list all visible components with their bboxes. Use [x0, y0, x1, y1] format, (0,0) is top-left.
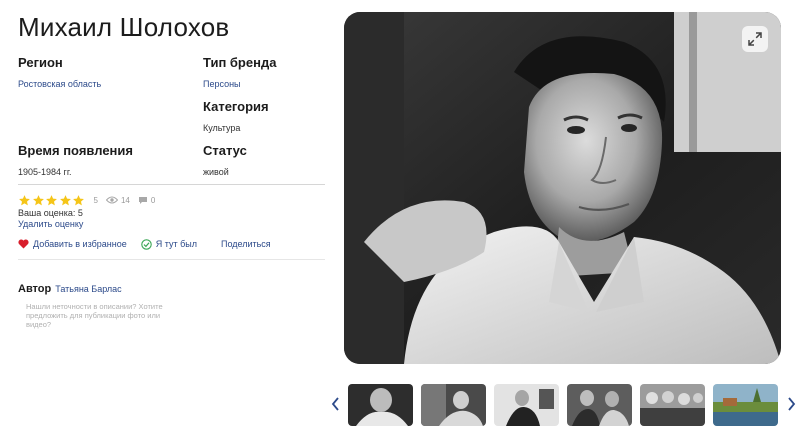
period-field: Время появления 1905-1984 гг. [18, 143, 133, 177]
author-link[interactable]: Татьяна Барлас [55, 284, 121, 294]
category-label: Категория [203, 99, 269, 114]
feedback-hint[interactable]: Нашли неточности в описании? Хотите пред… [26, 302, 166, 329]
add-favorite-button[interactable]: Добавить в избранное [18, 239, 127, 249]
author-label: Автор [18, 283, 52, 295]
share-label: Поделиться [220, 239, 271, 249]
category-value: Культура [203, 123, 241, 133]
page-title: Михаил Шолохов [18, 12, 230, 42]
brand-type-label: Тип бренда [203, 55, 277, 70]
rating-row: 5 14 0 [18, 193, 155, 207]
actions-row: Добавить в избранное Я тут был Поделитьс… [18, 238, 283, 250]
your-rating: Ваша оценка: 5 [18, 208, 83, 218]
comment-icon [138, 196, 147, 204]
thumbnail[interactable] [713, 384, 778, 426]
visited-button[interactable]: Я тут был [140, 238, 197, 250]
thumbnail[interactable] [567, 384, 632, 426]
views-value: 14 [120, 195, 130, 205]
prev-thumbnail-button[interactable] [330, 396, 342, 412]
thumbnail[interactable] [348, 384, 413, 426]
comments-count: 0 [138, 196, 155, 205]
expand-photo-button[interactable] [742, 26, 768, 52]
period-label: Время появления [18, 143, 133, 158]
star-rating[interactable] [18, 194, 86, 207]
eye-icon [105, 196, 118, 204]
period-value: 1905-1984 гг. [18, 167, 72, 177]
chevron-right-icon [788, 397, 796, 411]
heart-icon [18, 239, 29, 249]
check-circle-icon [140, 238, 152, 250]
category-field: Категория Культура [203, 99, 269, 133]
brand-type-link[interactable]: Персоны [203, 79, 276, 89]
views-count: 14 [105, 195, 130, 205]
star-icon[interactable] [18, 194, 31, 207]
author-row: Автор Татьяна Барлас [18, 283, 122, 295]
chevron-left-icon [331, 397, 339, 411]
visited-label: Я тут был [155, 239, 197, 249]
status-value: живой [203, 167, 229, 177]
thumbnail[interactable] [494, 384, 559, 426]
add-favorite-label: Добавить в избранное [33, 239, 127, 249]
thumbnail[interactable] [421, 384, 486, 426]
star-icon[interactable] [45, 194, 58, 207]
remove-rating-link[interactable]: Удалить оценку [18, 219, 83, 229]
divider [18, 184, 325, 185]
status-label: Статус [203, 143, 247, 158]
thumbnail-strip [330, 384, 800, 426]
brand-type-field: Тип бренда Персоны [203, 55, 276, 89]
rating-score-value: 5 [93, 195, 98, 205]
rating-score: 5 [94, 196, 98, 205]
region-label: Регион [18, 55, 63, 70]
star-icon[interactable] [59, 194, 72, 207]
star-icon[interactable] [32, 194, 45, 207]
comments-value: 0 [150, 195, 156, 205]
share-button[interactable]: Поделиться [221, 239, 271, 249]
divider [18, 259, 325, 260]
expand-icon [748, 32, 762, 46]
thumbnail[interactable] [640, 384, 705, 426]
status-field: Статус живой [203, 143, 247, 177]
region-link[interactable]: Ростовская область [18, 79, 101, 89]
next-thumbnail-button[interactable] [785, 396, 797, 412]
region-field: Регион Ростовская область [18, 55, 101, 89]
main-photo[interactable] [344, 12, 781, 364]
star-icon[interactable] [72, 194, 85, 207]
